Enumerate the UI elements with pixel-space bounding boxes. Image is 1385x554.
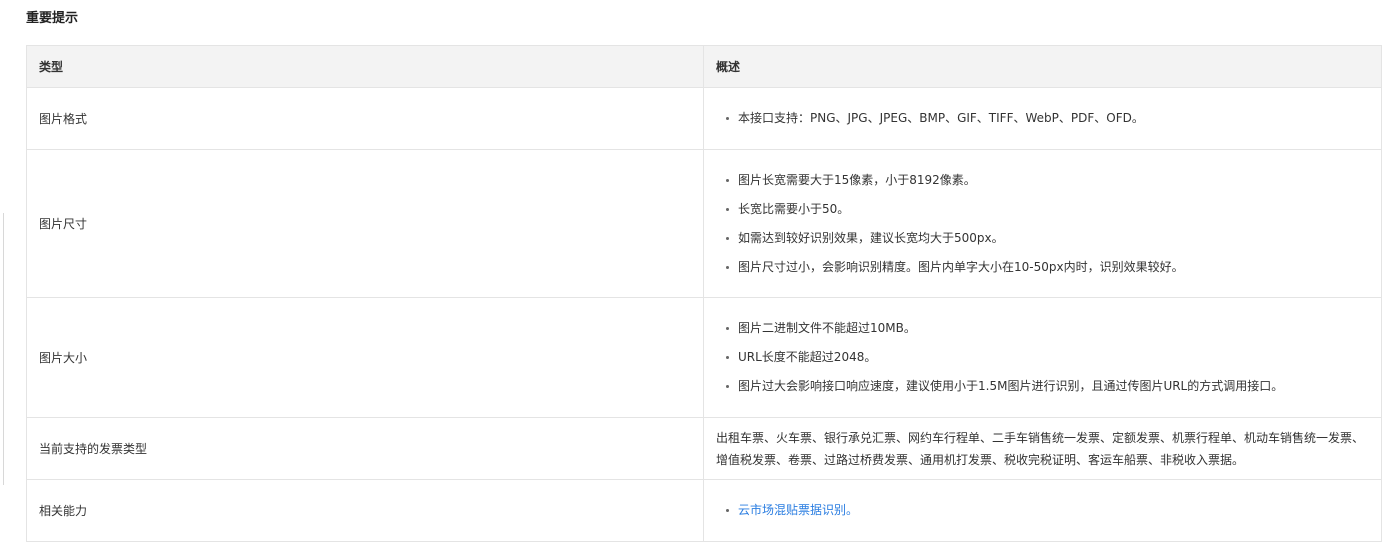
related-capability-link[interactable]: 云市场混贴票据识别。 — [738, 503, 858, 517]
page-left-divider — [3, 213, 4, 485]
list-item: 图片尺寸过小，会影响识别精度。图片内单字大小在10-50px内时，识别效果较好。 — [724, 253, 1369, 282]
cell-type-invoice: 当前支持的发票类型 — [26, 417, 704, 480]
format-list: 本接口支持：PNG、JPG、JPEG、BMP、GIF、TIFF、WebP、PDF… — [716, 104, 1369, 133]
table-row-related: 相关能力 云市场混贴票据识别。 — [26, 479, 1382, 542]
section-title: 重要提示 — [26, 11, 79, 26]
cell-desc-dimension: 图片长宽需要大于15像素，小于8192像素。 长宽比需要小于50。 如需达到较好… — [703, 149, 1382, 298]
tips-table: 类型 概述 图片格式 本接口支持：PNG、JPG、JPEG、BMP、GIF、TI… — [26, 45, 1382, 542]
list-item: 图片二进制文件不能超过10MB。 — [724, 314, 1369, 343]
list-item: URL长度不能超过2048。 — [724, 343, 1369, 372]
cell-desc-invoice: 出租车票、火车票、银行承兑汇票、网约车行程单、二手车销售统一发票、定额发票、机票… — [703, 417, 1382, 480]
table-row-size: 图片大小 图片二进制文件不能超过10MB。 URL长度不能超过2048。 图片过… — [26, 297, 1382, 418]
list-item: 本接口支持：PNG、JPG、JPEG、BMP、GIF、TIFF、WebP、PDF… — [724, 104, 1369, 133]
list-item: 如需达到较好识别效果，建议长宽均大于500px。 — [724, 224, 1369, 253]
table-row-invoice: 当前支持的发票类型 出租车票、火车票、银行承兑汇票、网约车行程单、二手车销售统一… — [26, 417, 1382, 480]
table-row-dimension: 图片尺寸 图片长宽需要大于15像素，小于8192像素。 长宽比需要小于50。 如… — [26, 149, 1382, 298]
header-desc: 概述 — [703, 45, 1382, 88]
cell-type-related: 相关能力 — [26, 479, 704, 542]
cell-type-format: 图片格式 — [26, 87, 704, 150]
cell-type-size: 图片大小 — [26, 297, 704, 418]
size-list: 图片二进制文件不能超过10MB。 URL长度不能超过2048。 图片过大会影响接… — [716, 314, 1369, 401]
cell-desc-size: 图片二进制文件不能超过10MB。 URL长度不能超过2048。 图片过大会影响接… — [703, 297, 1382, 418]
table-header-row: 类型 概述 — [26, 45, 1382, 88]
related-list: 云市场混贴票据识别。 — [716, 496, 1369, 525]
list-item: 图片过大会影响接口响应速度，建议使用小于1.5M图片进行识别，且通过传图片URL… — [724, 372, 1369, 401]
dimension-list: 图片长宽需要大于15像素，小于8192像素。 长宽比需要小于50。 如需达到较好… — [716, 166, 1369, 282]
table-row-format: 图片格式 本接口支持：PNG、JPG、JPEG、BMP、GIF、TIFF、Web… — [26, 87, 1382, 150]
header-type: 类型 — [26, 45, 704, 88]
cell-desc-related: 云市场混贴票据识别。 — [703, 479, 1382, 542]
cell-type-dimension: 图片尺寸 — [26, 149, 704, 298]
list-item: 图片长宽需要大于15像素，小于8192像素。 — [724, 166, 1369, 195]
list-item: 云市场混贴票据识别。 — [724, 496, 1369, 525]
cell-desc-format: 本接口支持：PNG、JPG、JPEG、BMP、GIF、TIFF、WebP、PDF… — [703, 87, 1382, 150]
list-item: 长宽比需要小于50。 — [724, 195, 1369, 224]
